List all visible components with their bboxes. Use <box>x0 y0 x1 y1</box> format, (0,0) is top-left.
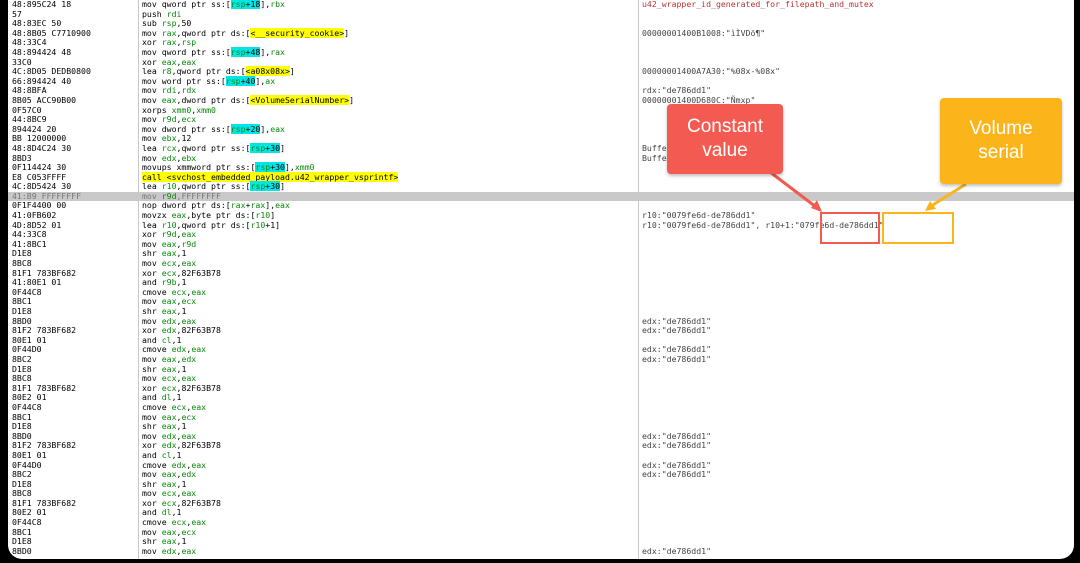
constant-value-callout: Constant value <box>667 104 783 174</box>
instruction-comment: edx:"de786dd1" <box>642 440 712 451</box>
instruction-comment: edx:"de786dd1" <box>642 353 712 364</box>
instruction-comment: 00000001400B1008:"ìÌVDö¶" <box>642 27 766 38</box>
instruction-row[interactable]: 8BD0 mov edx,eax edx:"de786dd1" <box>8 545 1074 557</box>
instruction-comment: u42_wrapper_id_generated_for_filepath_an… <box>642 0 874 9</box>
disassembly-view[interactable]: 48:895C24 18 mov qword ptr ss:[rsp+18],rb… <box>8 0 1074 559</box>
instruction-disassembly: mov edx,eax <box>142 545 197 556</box>
instruction-bytes: 8BD0 <box>12 545 32 556</box>
instruction-list[interactable]: 48:895C24 18 mov qword ptr ss:[rsp+18],rb… <box>8 0 1074 556</box>
constant-value-label: Constant value <box>686 116 764 161</box>
instruction-comment: edx:"de786dd1" <box>642 469 712 480</box>
instruction-comment: edx:"de786dd1" <box>642 325 712 336</box>
instruction-comment: edx:"de786dd1" <box>642 545 712 556</box>
volume-serial-label: Volume serial <box>969 118 1033 163</box>
volume-serial-highlight-box <box>882 212 954 244</box>
volume-serial-callout: Volume serial <box>940 98 1062 184</box>
screenshot-frame: 48:895C24 18 mov qword ptr ss:[rsp+18],rb… <box>0 0 1080 563</box>
constant-value-highlight-box <box>820 212 880 244</box>
instruction-comment: 00000001400A7A30:"%08x-%08x" <box>642 66 781 77</box>
